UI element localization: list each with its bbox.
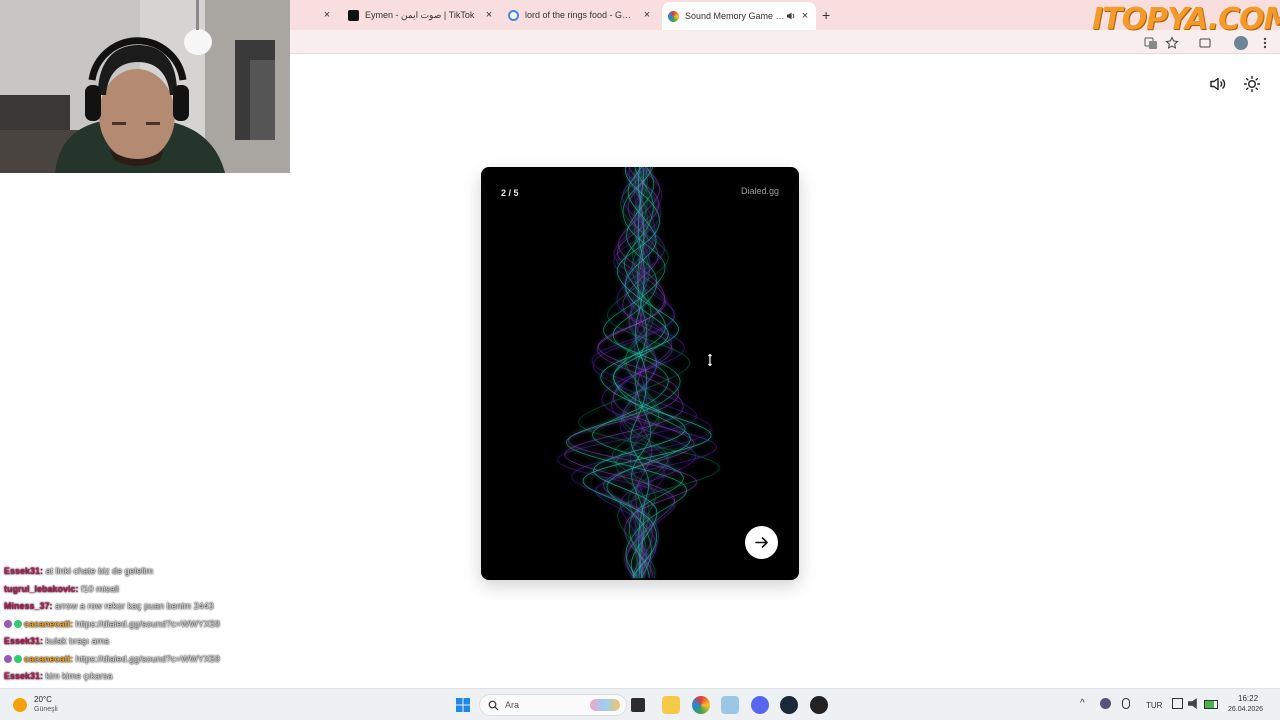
chat-text: kulak tıraşı ama bbox=[43, 636, 110, 646]
screen: × Eymen - صوت ايمن | TikTok × lord of th… bbox=[0, 0, 1280, 720]
verified-badge-icon bbox=[14, 619, 22, 628]
chat-username: cacanecati: bbox=[24, 618, 74, 629]
chat-message: Essek31: at linki chate biz de gelelim bbox=[4, 564, 294, 582]
chat-text: kim kime çıkarsa bbox=[43, 671, 113, 681]
verified-badge-icon bbox=[14, 654, 22, 663]
tab-google[interactable]: lord of the rings food - Google × bbox=[508, 4, 654, 26]
waveform-line bbox=[566, 167, 688, 579]
task-view-icon[interactable] bbox=[631, 698, 645, 712]
microphone-icon[interactable] bbox=[1122, 698, 1130, 709]
chat-username: Essek31: bbox=[4, 671, 44, 681]
clock-time[interactable]: 16:22 bbox=[1238, 694, 1258, 703]
chat-username: tugrul_lebakovic: bbox=[4, 583, 79, 594]
chrome-color-icon bbox=[668, 10, 679, 22]
chat-message: Essek31: kim kime çıkarsa bbox=[4, 669, 294, 687]
chrome-icon[interactable] bbox=[692, 696, 710, 714]
waveform-line bbox=[595, 167, 717, 579]
weather-temperature[interactable]: 20°C bbox=[34, 695, 52, 704]
chat-username: cacanecati: bbox=[24, 653, 74, 664]
google-icon bbox=[508, 9, 519, 21]
arrow-right-icon bbox=[755, 537, 768, 548]
app-icon[interactable] bbox=[810, 696, 828, 714]
chat-message: Miness_37: arrow a row rekor kaç puan be… bbox=[4, 599, 294, 617]
taskbar: 20°C Güneşli Ara ^ TUR 16:22 26.04.2026 bbox=[0, 688, 1280, 720]
game-card: 2 / 5 Dialed.gg bbox=[481, 167, 799, 580]
chat-username: Essek31: bbox=[4, 566, 44, 576]
windows-start-icon[interactable] bbox=[454, 696, 472, 714]
wifi-monitor-icon[interactable] bbox=[1172, 698, 1183, 709]
tab-title: Eymen - صوت ايمن | TikTok bbox=[365, 9, 475, 20]
resize-cursor-icon bbox=[706, 352, 714, 368]
speaker-icon[interactable] bbox=[786, 11, 796, 21]
brand-label[interactable]: Dialed.gg bbox=[741, 186, 779, 196]
volume-icon[interactable] bbox=[1188, 698, 1197, 709]
round-progress: 2 / 5 bbox=[501, 188, 519, 198]
search-highlight-icon bbox=[590, 699, 620, 711]
battery-icon[interactable] bbox=[1204, 700, 1218, 709]
waveform-line bbox=[582, 167, 712, 579]
tray-chevron-icon[interactable]: ^ bbox=[1080, 698, 1085, 709]
file-explorer-icon[interactable] bbox=[662, 696, 680, 714]
tab-close-icon[interactable]: × bbox=[640, 8, 654, 22]
chat-message: tugrul_lebakovic: f10 misali bbox=[4, 582, 294, 600]
clock-date[interactable]: 26.04.2026 bbox=[1228, 706, 1263, 713]
new-tab-button[interactable]: + bbox=[822, 4, 836, 26]
tab-close-icon[interactable]: × bbox=[482, 8, 496, 22]
theme-toggle-sun-icon[interactable] bbox=[1243, 75, 1261, 93]
stream-logo: ITOPYA.COM bbox=[1092, 2, 1280, 37]
waveform-line bbox=[571, 167, 712, 579]
webcam-image bbox=[0, 0, 290, 173]
steam-icon[interactable] bbox=[780, 696, 798, 714]
chat-text: f10 misali bbox=[78, 583, 120, 594]
sound-waveform-visual bbox=[557, 167, 720, 579]
discord-icon[interactable] bbox=[751, 696, 769, 714]
webcam-feed bbox=[0, 0, 290, 173]
stream-chat: Essek31: at linki chate biz de gelelim t… bbox=[4, 564, 294, 687]
weather-condition[interactable]: Güneşli bbox=[34, 706, 58, 713]
chat-text: https://dialed.gg/sound?c=WWYX59 bbox=[73, 653, 220, 664]
chat-username: Essek31: bbox=[4, 636, 44, 646]
tab-close-icon[interactable]: × bbox=[320, 8, 334, 22]
mic-badge-icon bbox=[4, 619, 12, 628]
tab-title: lord of the rings food - Google bbox=[525, 10, 635, 20]
tab-close-icon[interactable]: × bbox=[798, 9, 812, 23]
sound-toggle-icon[interactable] bbox=[1209, 75, 1227, 93]
chat-message: Essek31: kulak tıraşı ama bbox=[4, 634, 294, 652]
chat-text: arrow a row rekor kaç puan benim 2443 bbox=[52, 601, 214, 611]
chat-message: cacanecati: https://dialed.gg/sound?c=WW… bbox=[4, 617, 294, 635]
tiktok-icon bbox=[348, 9, 359, 21]
mic-badge-icon bbox=[4, 654, 12, 663]
chat-username: Miness_37: bbox=[4, 601, 53, 611]
settings-gear-icon[interactable] bbox=[721, 696, 739, 714]
chat-text: https://dialed.gg/sound?c=WWYX59 bbox=[73, 618, 220, 629]
chat-text: at linki chate biz de gelelim bbox=[43, 566, 154, 576]
tab-title: Sound Memory Game — H bbox=[685, 11, 789, 21]
taskbar-search[interactable]: Ara bbox=[479, 694, 627, 716]
chat-message: cacanecati: https://dialed.gg/sound?c=WW… bbox=[4, 652, 294, 670]
input-language[interactable]: TUR bbox=[1146, 701, 1162, 710]
sun-weather-icon[interactable] bbox=[13, 698, 27, 712]
search-icon bbox=[488, 700, 499, 711]
network-tray-icon[interactable] bbox=[1100, 698, 1111, 709]
search-placeholder: Ara bbox=[505, 700, 520, 710]
tab-tiktok[interactable]: Eymen - صوت ايمن | TikTok × bbox=[348, 4, 496, 26]
next-button[interactable] bbox=[745, 526, 778, 559]
tab-sound-memory-game[interactable]: Sound Memory Game — H × bbox=[662, 2, 816, 30]
tab-partial[interactable]: × bbox=[320, 4, 334, 26]
